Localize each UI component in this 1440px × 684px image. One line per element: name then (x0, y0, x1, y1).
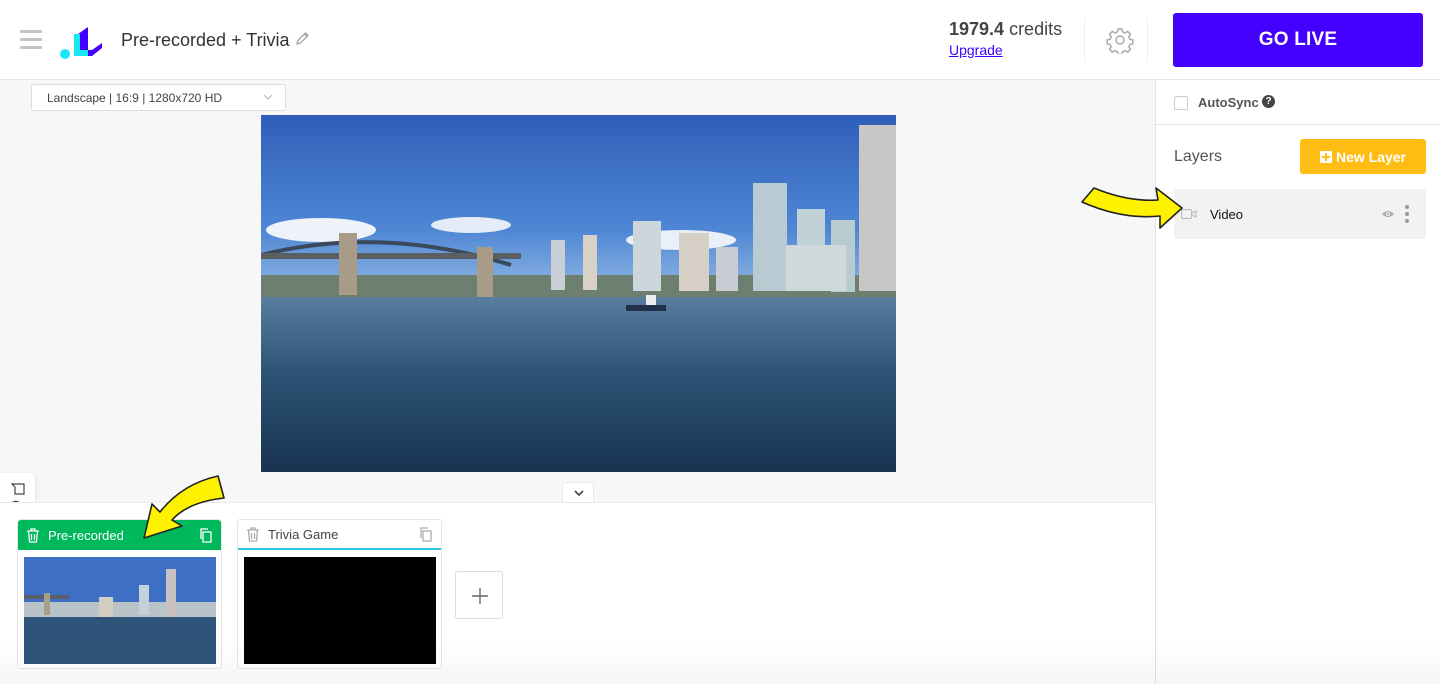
format-selected-value: Landscape | 16:9 | 1280x720 HD (47, 91, 223, 105)
chat-bubble-icon (11, 483, 25, 495)
divider (1084, 18, 1085, 62)
credits-unit: credits (1004, 19, 1063, 39)
pencil-edit-icon[interactable] (294, 31, 310, 47)
right-sidebar: AutoSync ? Layers New Layer Video (1155, 80, 1440, 684)
scene-name: Pre-recorded (48, 527, 124, 543)
chevron-down-icon (574, 490, 584, 497)
upgrade-link[interactable]: Upgrade (949, 42, 1003, 58)
boat (626, 305, 666, 311)
eye-icon[interactable] (1381, 209, 1395, 219)
water (261, 297, 896, 472)
scene-card[interactable]: Trivia Game (237, 519, 442, 669)
credits-value: 1979.4 (949, 19, 1005, 39)
add-scene-button[interactable] (455, 571, 503, 619)
scene-name: Trivia Game (268, 526, 339, 542)
copy-icon[interactable] (199, 527, 213, 543)
plus-square-icon (1319, 150, 1332, 163)
scene-card[interactable]: Pre-recorded (17, 519, 222, 669)
project-title: Pre-recorded + Trivia (121, 30, 290, 50)
trash-icon[interactable] (26, 527, 40, 543)
layers-heading: Layers (1174, 148, 1223, 165)
new-layer-button[interactable]: New Layer (1300, 139, 1426, 174)
layer-name: Video (1210, 207, 1244, 222)
stage-area: Landscape | 16:9 | 1280x720 HD (0, 80, 1155, 543)
format-dropdown[interactable]: Landscape | 16:9 | 1280x720 HD (31, 84, 286, 111)
layer-item[interactable]: Video (1174, 189, 1426, 239)
hamburger-menu-icon[interactable] (20, 30, 42, 50)
scene-thumbnail[interactable] (24, 557, 216, 664)
plus-icon (472, 588, 488, 604)
help-icon[interactable]: ? (1262, 95, 1275, 108)
autosync-row: AutoSync ? (1156, 80, 1440, 125)
trash-icon[interactable] (246, 526, 260, 542)
cloud (266, 218, 376, 242)
cloud (431, 217, 511, 233)
gear-icon[interactable] (1106, 26, 1134, 54)
go-live-button[interactable]: GO LIVE (1173, 13, 1423, 67)
collapse-scenes-button[interactable] (562, 482, 594, 504)
scenes-bar: Pre-recorded Trivia Game (0, 502, 1155, 684)
new-layer-label: New Layer (1335, 148, 1407, 165)
autosync-label: AutoSync (1198, 95, 1259, 110)
credits-display: 1979.4 credits (949, 19, 1062, 40)
copy-icon[interactable] (419, 526, 433, 542)
scene-header: Pre-recorded (18, 520, 221, 550)
chevron-down-icon (263, 94, 273, 100)
scene-header: Trivia Game (238, 520, 441, 550)
divider (1147, 18, 1148, 62)
video-preview[interactable] (261, 115, 896, 472)
top-bar: Pre-recorded + Trivia 1979.4 credits Upg… (0, 0, 1440, 80)
boat-cabin (646, 295, 656, 305)
more-options-icon[interactable] (1404, 205, 1410, 223)
autosync-checkbox[interactable] (1174, 96, 1188, 110)
scene-thumbnail[interactable] (244, 557, 436, 664)
video-camera-icon (1181, 209, 1197, 219)
app-logo[interactable] (58, 20, 108, 60)
